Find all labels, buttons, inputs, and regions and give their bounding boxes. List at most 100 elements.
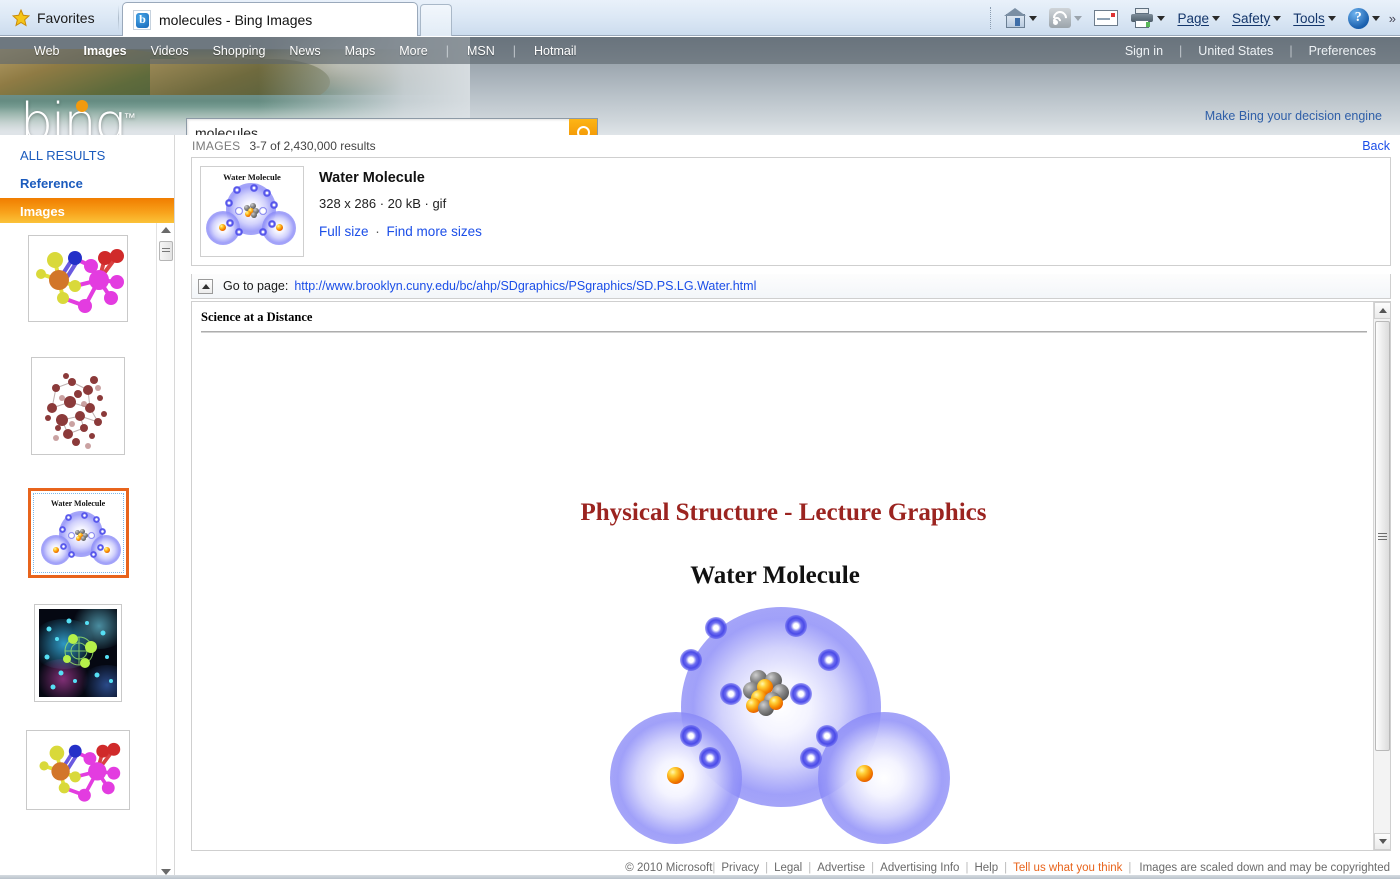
scrollbar-thumb[interactable] (159, 241, 173, 261)
home-button[interactable] (999, 5, 1042, 31)
chevron-down-icon[interactable] (1273, 15, 1282, 21)
chevron-up-icon (201, 283, 210, 289)
nav-hotmail[interactable]: Hotmail (522, 44, 588, 58)
bing-header: Web Images Videos Shopping News Maps Mor… (0, 37, 1400, 135)
scroll-down-button[interactable] (1374, 833, 1390, 850)
search-box (186, 118, 598, 135)
key-item-label: protons (661, 847, 761, 850)
sidebar-item-images[interactable]: Images (0, 198, 174, 224)
result-thumbnail[interactable]: Water Molecule (200, 166, 304, 257)
find-more-sizes-link[interactable]: Find more sizes (387, 224, 482, 239)
scroll-up-icon[interactable] (161, 227, 171, 233)
chevron-down-icon[interactable] (1157, 15, 1166, 21)
oxygen-nucleus (742, 670, 789, 716)
tab-title: molecules - Bing Images (159, 11, 313, 28)
browser-tab[interactable]: b molecules - Bing Images (122, 2, 418, 36)
result-dimensions: 328 x 286 · 20 kB · gif (319, 196, 447, 211)
footer-link-advertise[interactable]: Advertise (811, 862, 871, 874)
electron (680, 725, 702, 747)
help-menu[interactable]: ? (1343, 5, 1385, 32)
feeds-button[interactable] (1044, 5, 1087, 31)
thumbnail-slot (0, 604, 156, 702)
footer-link-help[interactable]: Help (968, 862, 1004, 874)
bing-favicon: b (133, 9, 151, 30)
hydrogen-nucleus-right (856, 765, 873, 782)
star-icon (11, 8, 31, 27)
tools-menu[interactable]: Tools (1288, 8, 1341, 29)
sidebar-thumbnail-2[interactable] (31, 357, 125, 455)
nav-maps[interactable]: Maps (333, 44, 388, 58)
print-button[interactable] (1125, 5, 1170, 31)
sidebar-thumbnail-4[interactable] (34, 604, 122, 702)
electron (705, 617, 727, 639)
toolbar-divider (118, 5, 119, 31)
nav-msn[interactable]: MSN (455, 44, 507, 58)
mail-button[interactable] (1089, 7, 1123, 29)
feedback-link[interactable]: Tell us what you think (1007, 862, 1128, 874)
region-link[interactable]: United States (1188, 44, 1283, 58)
nav-videos[interactable]: Videos (139, 44, 201, 58)
sidebar-item-reference[interactable]: Reference (0, 170, 174, 196)
search-button[interactable] (569, 119, 597, 135)
chevron-down-icon[interactable] (1029, 15, 1038, 21)
new-tab-button[interactable] (420, 4, 452, 36)
chevron-down-icon[interactable] (1327, 15, 1336, 21)
help-icon: ? (1347, 7, 1369, 29)
sidebar-item-all-results[interactable]: ALL RESULTS (0, 142, 174, 168)
preferences-link[interactable]: Preferences (1299, 44, 1386, 58)
chevron-down-icon[interactable] (1371, 15, 1380, 21)
browser-chrome: Favorites b molecules - Bing Images Page… (0, 0, 1400, 36)
nav-news[interactable]: News (277, 44, 332, 58)
sidebar-thumbnail-3-selected[interactable]: Water Molecule (27, 488, 129, 578)
footer-link-privacy[interactable]: Privacy (715, 862, 765, 874)
sidebar-scrollbar[interactable] (156, 223, 174, 879)
sidebar-thumbnail-strip: Water Molecule (0, 223, 156, 879)
electron (800, 747, 822, 769)
safety-menu[interactable]: Safety (1227, 8, 1286, 29)
nav-shopping[interactable]: Shopping (201, 44, 278, 58)
chevron-down-icon[interactable] (1211, 15, 1220, 21)
horizontal-rule (201, 331, 1367, 333)
bing-logo[interactable]: bing™ (20, 97, 136, 135)
nav-images[interactable]: Images (71, 44, 138, 58)
favorites-button[interactable]: Favorites (6, 4, 107, 32)
go-to-page-label: Go to page: (223, 279, 289, 293)
chevron-down-icon[interactable] (1074, 15, 1083, 21)
back-link[interactable]: Back (1362, 139, 1390, 153)
full-size-link[interactable]: Full size (319, 224, 369, 239)
footer-link-legal[interactable]: Legal (768, 862, 808, 874)
nav-divider: | (1179, 43, 1183, 58)
scrollbar-thumb[interactable] (1375, 321, 1390, 751)
copyright: © 2010 Microsoft (625, 862, 713, 874)
trademark-mark: ™ (123, 110, 136, 125)
sidebar-thumbnail-1[interactable] (28, 235, 128, 322)
footer-link-advertising-info[interactable]: Advertising Info (874, 862, 965, 874)
page-scrollbar[interactable] (1373, 302, 1390, 850)
go-to-page-url[interactable]: http://www.brooklyn.cuny.edu/bc/ahp/SDgr… (294, 279, 756, 293)
result-metadata: Water Molecule 328 x 286 · 20 kB · gif F… (319, 166, 482, 265)
embedded-page-frame: Science at a Distance Physical Structure… (191, 301, 1391, 851)
collapse-button[interactable] (198, 278, 213, 294)
go-to-page-bar: Go to page: http://www.brooklyn.cuny.edu… (191, 274, 1391, 299)
favicon-letter: b (139, 11, 146, 26)
sign-in-link[interactable]: Sign in (1115, 44, 1173, 58)
logo-dot (76, 100, 88, 112)
embedded-page-subheading: Water Molecule (690, 562, 860, 589)
page-menu[interactable]: Page (1172, 8, 1225, 29)
hydrogen-nucleus-left (667, 767, 684, 784)
key-item-label: neutrons (761, 847, 861, 850)
page-menu-label: Page (1177, 10, 1209, 26)
nav-web[interactable]: Web (22, 44, 71, 58)
search-input[interactable] (187, 119, 559, 135)
decision-engine-link[interactable]: Make Bing your decision engine (1205, 109, 1382, 123)
nav-more[interactable]: More (387, 44, 439, 58)
key-label: Key: (589, 847, 640, 850)
scroll-up-button[interactable] (1374, 302, 1390, 319)
command-divider (990, 7, 992, 29)
sidebar-thumbnail-5[interactable] (26, 730, 130, 810)
electron (785, 615, 807, 637)
electron (680, 649, 702, 671)
overflow-chevron-icon[interactable]: » (1389, 11, 1396, 26)
thumbnail-caption: Water Molecule (50, 499, 106, 508)
key-item-protons: protons (661, 847, 761, 850)
